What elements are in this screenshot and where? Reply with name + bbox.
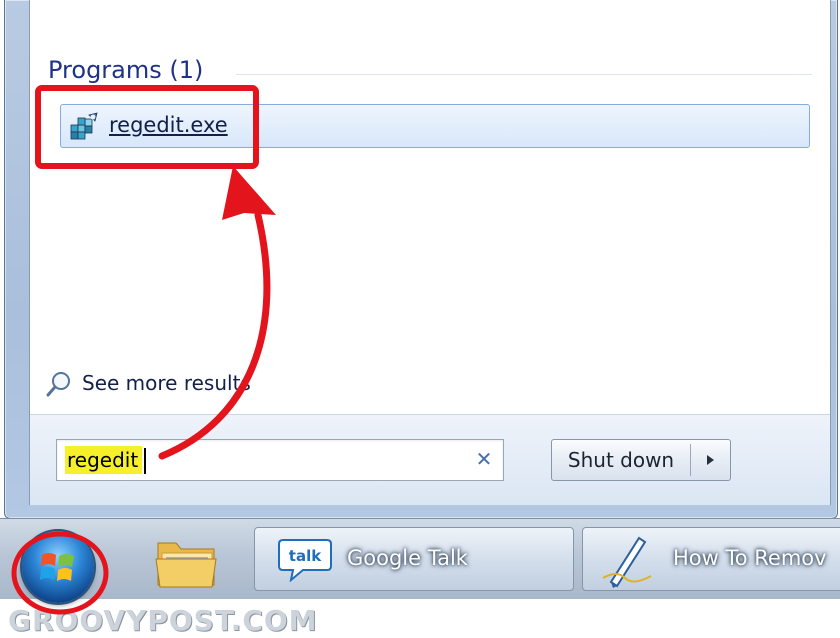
see-more-label: See more results: [82, 371, 251, 395]
magnifier-icon: [46, 372, 70, 397]
taskbar-item-google-talk[interactable]: talk Google Talk: [254, 527, 574, 591]
search-input-value: regedit: [65, 446, 143, 474]
search-input[interactable]: regedit ✕: [56, 439, 504, 481]
taskbar-item-label: Google Talk: [347, 546, 468, 570]
start-button[interactable]: [22, 531, 94, 603]
programs-section-title: Programs (1): [48, 56, 204, 84]
registry-editor-icon: [70, 112, 98, 140]
start-menu-left-pane: Programs (1) regedit.exe See more result…: [29, 0, 831, 505]
text-caret: [144, 448, 146, 474]
taskbar: talk Google Talk How To Remov: [0, 518, 840, 603]
result-label: regedit.exe: [109, 113, 228, 137]
taskbar-item-how-to-remove[interactable]: How To Remov: [582, 527, 840, 591]
triangle-right-icon: [707, 455, 714, 465]
pen-document-icon: [602, 536, 652, 588]
windows-explorer-taskbar-button[interactable]: [148, 529, 230, 593]
windows-logo-icon: [40, 553, 74, 581]
start-menu: Programs (1) regedit.exe See more result…: [4, 0, 838, 519]
clear-x-icon[interactable]: ✕: [473, 448, 495, 470]
taskbar-item-label: How To Remov: [673, 546, 827, 570]
folder-icon: [155, 542, 217, 588]
shutdown-control: Shut down: [551, 439, 731, 481]
search-results-area: Programs (1) regedit.exe See more result…: [30, 0, 830, 414]
shutdown-options-button[interactable]: [691, 440, 730, 480]
result-item-regedit[interactable]: regedit.exe: [60, 104, 810, 148]
section-divider: [236, 74, 812, 75]
shutdown-button[interactable]: Shut down: [552, 440, 690, 480]
search-strip: regedit ✕ Shut down: [30, 414, 830, 505]
watermark: GROOVYPOST.COM: [8, 604, 318, 637]
google-talk-icon: talk: [278, 539, 332, 582]
svg-text:talk: talk: [289, 547, 322, 565]
